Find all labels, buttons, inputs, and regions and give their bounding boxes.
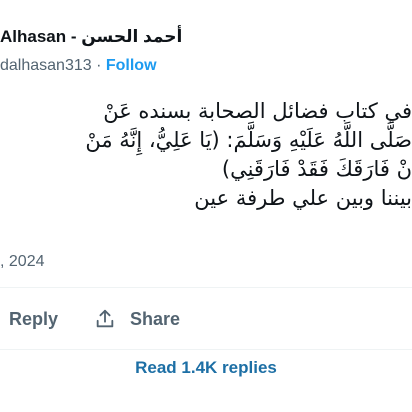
tweet-text-line: صَلَّى اللَّهُ عَلَيْهِ وَسَلَّمَ: (يَا … xyxy=(85,128,412,152)
author-line[interactable]: Alhasan - أحمد الحسن xyxy=(0,25,182,49)
tweet-text-line: نْ فَارَقَكَ فَقَدْ فَارَقَنِي) xyxy=(221,157,412,181)
tweet-card: Alhasan - أحمد الحسن dalhasan313 · Follo… xyxy=(0,0,412,412)
action-bar: Reply Share xyxy=(0,304,412,334)
tweet-text: في كتاب فضائل الصحابة بسنده عَنْ صَلَّى … xyxy=(0,97,412,213)
handle-line: dalhasan313 · Follow xyxy=(0,54,157,78)
handle-separator: · xyxy=(91,57,106,74)
author-name-separator: - xyxy=(66,27,82,46)
read-replies-link[interactable]: Read 1.4K replies xyxy=(0,356,412,380)
share-icon xyxy=(94,308,116,330)
share-label: Share xyxy=(130,308,181,329)
reply-button[interactable]: Reply xyxy=(9,304,58,334)
share-button[interactable]: Share xyxy=(94,304,180,334)
tweet-text-line: في كتاب فضائل الصحابة بسنده عَنْ xyxy=(103,99,412,123)
author-name-latin[interactable]: Alhasan xyxy=(0,27,66,46)
divider xyxy=(0,287,412,288)
author-handle[interactable]: dalhasan313 xyxy=(0,57,92,74)
follow-button[interactable]: Follow xyxy=(106,57,157,74)
author-name-arabic[interactable]: أحمد الحسن xyxy=(81,27,182,46)
divider xyxy=(0,349,412,350)
reply-label: Reply xyxy=(9,308,59,329)
tweet-text-line: بيننا وبين علي طرفة عين xyxy=(194,186,412,210)
tweet-date[interactable]: , 2024 xyxy=(0,250,44,274)
